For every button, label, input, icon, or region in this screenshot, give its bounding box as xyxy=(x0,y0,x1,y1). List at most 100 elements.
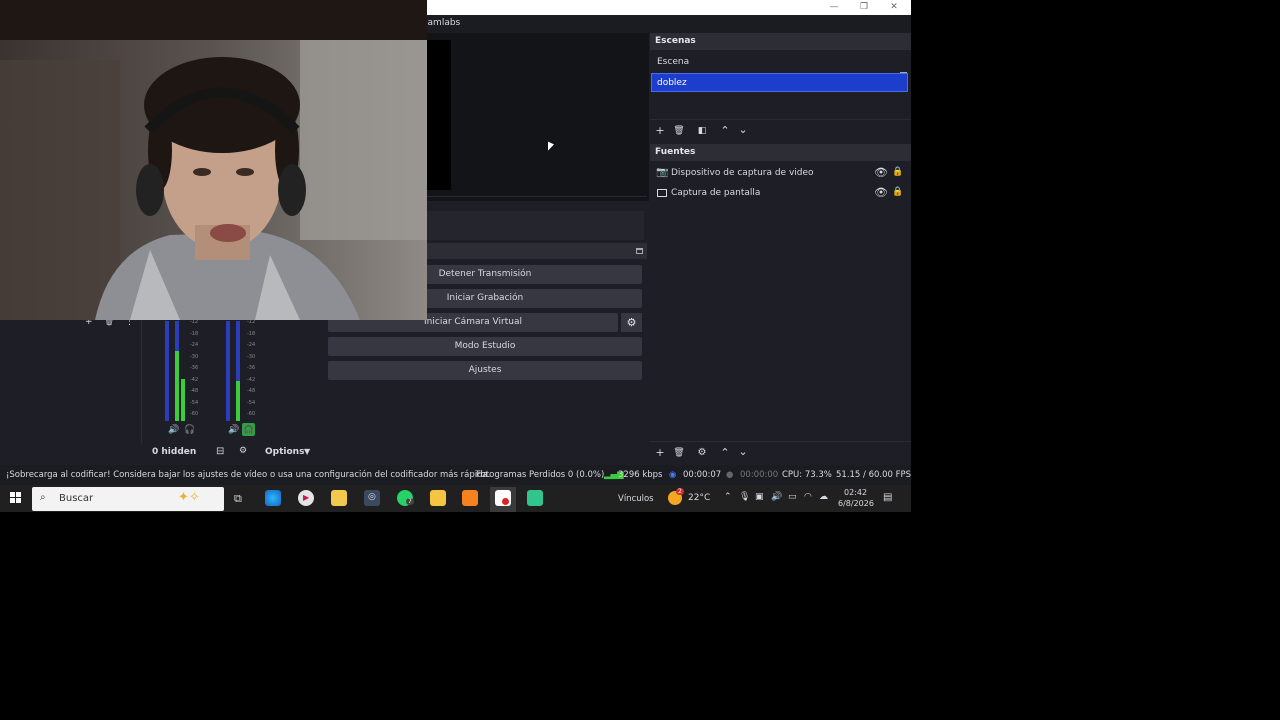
lock-icon[interactable]: 🔒 xyxy=(892,187,903,197)
scene-item-label: doblez xyxy=(657,78,687,88)
meter-tick-label: -36 xyxy=(190,365,199,371)
fl-studio-icon[interactable] xyxy=(462,490,478,506)
meter-tick-label: -54 xyxy=(247,399,256,406)
edge-browser-icon[interactable] xyxy=(265,490,281,506)
preview-canvas[interactable] xyxy=(427,33,649,201)
mixer-left-panel: + 🗑 ⋮ xyxy=(0,317,142,444)
task-view-icon[interactable]: ⧉ xyxy=(234,492,242,506)
search-icon: ⌕ xyxy=(40,492,46,503)
channel1-meter-level xyxy=(175,351,179,421)
volume-icon[interactable]: 🔊 xyxy=(771,492,782,502)
virtual-camera-gear-icon[interactable]: ⚙ xyxy=(621,313,642,332)
camera-icon: 📷 xyxy=(656,167,669,178)
channel1-tick-scale: -12 -18 -24 -30 -36 -42 -48 -54 -60 xyxy=(190,319,202,419)
file-explorer-icon[interactable] xyxy=(430,490,446,506)
meter-tick-label: -60 xyxy=(247,411,256,417)
meter-tick-label: -24 xyxy=(247,342,256,348)
headphones-active-icon[interactable]: 🎧 xyxy=(242,423,255,436)
meter-tick-label: -24 xyxy=(190,342,199,348)
monitor-icon xyxy=(657,189,667,197)
audio-mixer-dock: + 🗑 ⋮ 🔊 🎧 🔊 🎧 -12 -18 -24 -30 -36 -42 -48 -54 -6… xyxy=(0,317,320,463)
source-item[interactable]: 📷 Dispositivo de captura de video 👁 🔒 xyxy=(650,165,911,183)
webcam-video-frame xyxy=(0,0,427,320)
channel2-meter-left xyxy=(226,321,230,421)
source-item[interactable]: Captura de pantalla 👁 🔒 xyxy=(650,185,911,203)
media-player-icon[interactable]: ▶ xyxy=(298,490,314,506)
fps-readout: 51.15 / 60.00 FPS xyxy=(836,470,911,480)
channel2-meter-level xyxy=(236,381,240,421)
dock-popout-icon[interactable] xyxy=(636,248,643,254)
visibility-eye-icon[interactable]: 👁 xyxy=(874,166,888,179)
visibility-eye-icon[interactable]: 👁 xyxy=(874,186,888,199)
links-toolbar[interactable]: Vínculos xyxy=(618,494,654,504)
scenes-toolbar: + 🗑 ◧ ⌃ ⌃ xyxy=(650,119,911,143)
headphones-icon[interactable]: 🎧 xyxy=(184,425,195,435)
weather-icon[interactable]: 2 xyxy=(668,488,684,505)
preview-toolbar xyxy=(427,211,644,240)
close-button[interactable]: ✕ xyxy=(880,1,908,14)
chevron-down-icon[interactable]: ▼ xyxy=(304,447,310,456)
channel1-meter-level2 xyxy=(181,379,185,421)
stream-time: 00:00:07 xyxy=(683,470,722,480)
trash-icon[interactable]: 🗑 xyxy=(671,446,687,460)
webcam-overlay xyxy=(0,0,427,320)
restore-button[interactable]: ❐ xyxy=(850,1,878,14)
wifi-icon[interactable]: ◠ xyxy=(804,492,812,502)
trash-icon[interactable]: 🗑 xyxy=(671,124,687,138)
chevron-up-icon[interactable]: ⌃ xyxy=(724,492,732,502)
status-bar: ¡Sobrecarga al codificar! Considera baja… xyxy=(0,465,911,485)
studio-mode-button[interactable]: Modo Estudio xyxy=(328,337,642,356)
search-placeholder: Buscar xyxy=(59,493,94,504)
move-up-icon[interactable]: ⌃ xyxy=(717,124,733,138)
store-icon[interactable] xyxy=(331,490,347,506)
filters-icon[interactable]: ◧ xyxy=(694,124,710,138)
mixer-gear-icon[interactable]: ⚙ xyxy=(239,446,247,456)
whatsapp-icon[interactable]: 7 xyxy=(397,490,414,506)
meter-tick-label: -42 xyxy=(190,376,199,383)
sources-dock: Fuentes 📷 Dispositivo de captura de vide… xyxy=(650,144,911,464)
streamlabs-icon[interactable] xyxy=(527,490,543,506)
meter-tick-label: -18 xyxy=(190,330,199,337)
meter-tick-label: -60 xyxy=(190,411,199,417)
meter-tick-label: -54 xyxy=(190,399,199,406)
windows-start-icon[interactable] xyxy=(10,492,22,504)
cpu-usage: CPU: 73.3% xyxy=(782,470,832,480)
scene-item-selected[interactable]: doblez xyxy=(651,73,908,92)
minimize-button[interactable]: — xyxy=(820,1,848,14)
obs-recording-icon[interactable] xyxy=(495,490,511,506)
gear-icon[interactable]: ⚙ xyxy=(694,446,710,460)
speaker-icon[interactable]: 🔊 xyxy=(168,425,179,435)
hidden-count-label: 0 hidden xyxy=(152,447,197,457)
clock-date[interactable]: 6/8/2026 xyxy=(838,499,874,508)
meter-tick-label: -42 xyxy=(247,376,256,383)
lock-icon[interactable]: 🔒 xyxy=(892,167,903,177)
search-highlight-icon: ✦✧ xyxy=(178,490,200,505)
sources-header: Fuentes xyxy=(650,144,911,161)
layout-icon[interactable]: ⊟ xyxy=(216,446,224,457)
options-button[interactable]: Options xyxy=(265,447,304,457)
camera-tray-icon[interactable]: ▣ xyxy=(755,492,764,502)
add-icon[interactable]: + xyxy=(652,124,668,138)
add-icon[interactable]: + xyxy=(652,446,668,460)
window-title-fragment: eamlabs xyxy=(422,18,461,28)
microphone-icon[interactable]: 🎙 xyxy=(739,492,750,502)
stream-icon: ◉ xyxy=(669,470,677,480)
meter-tick-label: -18 xyxy=(247,330,256,337)
whatsapp-badge: 7 xyxy=(406,498,414,505)
meter-tick-label: -30 xyxy=(247,353,256,360)
move-down-icon[interactable]: ⌃ xyxy=(735,443,751,457)
onedrive-icon[interactable]: ☁ xyxy=(819,492,828,502)
preview-source-frame xyxy=(427,40,451,190)
move-up-icon[interactable]: ⌃ xyxy=(717,446,733,460)
temperature: 22°C xyxy=(688,493,711,503)
camera-app-icon[interactable]: ◎ xyxy=(364,490,380,506)
battery-icon[interactable]: ▭ xyxy=(788,492,797,502)
taskbar-search-box[interactable]: ⌕ Buscar ✦✧ xyxy=(32,487,224,511)
scene-item[interactable]: Escena xyxy=(657,57,689,67)
speaker-icon[interactable]: 🔊 xyxy=(228,425,239,435)
clock-time[interactable]: 02:42 xyxy=(844,488,867,497)
bitrate: 3296 kbps xyxy=(618,470,663,480)
move-down-icon[interactable]: ⌃ xyxy=(735,121,751,135)
notifications-icon[interactable]: ▤ xyxy=(883,492,892,503)
settings-button[interactable]: Ajustes xyxy=(328,361,642,380)
